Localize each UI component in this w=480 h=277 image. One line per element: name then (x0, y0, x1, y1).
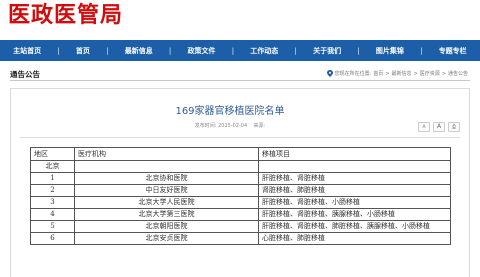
table-row: 北京 (30, 160, 451, 173)
hospital-cell: 北京协和医院 (74, 172, 259, 185)
nav-separator: | (357, 46, 360, 55)
table-row: 2 中日友好医院 肾脏移植、肺脏移植 (30, 184, 451, 197)
table-row: 4 北京大学第三医院 肝脏移植、肾脏移植、胰腺移植、小肠移植 (30, 208, 451, 221)
print-icon[interactable]: ⎙ (448, 122, 460, 132)
nav-separator: | (231, 46, 235, 55)
projects-cell: 肝脏移植、肾脏移植、肺脏移植、胰腺移植、小肠移植 (258, 220, 451, 233)
nav-separator: | (294, 46, 297, 55)
source-label: 来源: (253, 123, 266, 129)
site-logo[interactable]: 医政医管局 (8, 0, 123, 30)
table-row: 6 北京安贞医院 心脏移植、肺脏移植 (30, 232, 451, 245)
projects-cell: 心脏移植、肺脏移植 (258, 232, 451, 245)
publish-date: 2015-02-04 (218, 123, 248, 129)
article-meta: 发布时间: 2015-02-04 来源: (0, 122, 460, 129)
region-cell: 北京 (30, 160, 75, 173)
table-row: 1 北京协和医院 肝脏移植、肾脏移植 (30, 172, 451, 185)
nav-item-gallery[interactable]: 图片集锦 (374, 46, 406, 56)
article-title: 169家器官移植医院名单 (175, 106, 285, 117)
nav-item-latest[interactable]: 最新信息 (123, 46, 155, 56)
hospital-cell: 北京安贞医院 (74, 232, 259, 245)
nav-separator: | (168, 46, 172, 55)
breadcrumb-prefix: 您现在所在位置: (334, 71, 372, 77)
nav-item-policy[interactable]: 政策文件 (186, 46, 218, 56)
nav-separator: | (106, 46, 109, 55)
nav-item-special[interactable]: 专题专栏 (437, 46, 469, 56)
divider (20, 137, 460, 138)
table-header-row: 地区 医疗机构 移植项目 (30, 147, 451, 161)
column-header-projects: 移植项目 (258, 147, 451, 161)
hospital-cell: 北京大学人民医院 (74, 196, 259, 209)
breadcrumb-separator: > (385, 70, 390, 77)
nav-item-work[interactable]: 工作动态 (248, 46, 280, 56)
location-pin-icon (326, 70, 333, 77)
table-row: 5 北京朝阳医院 肝脏移植、肾脏移植、肺脏移植、胰腺移植、小肠移植 (30, 220, 451, 233)
breadcrumb-item-latest[interactable]: 最新信息 (392, 70, 412, 77)
breadcrumb-separator: > (441, 70, 446, 77)
breadcrumb-item-notices[interactable]: 通告公告 (448, 70, 468, 77)
nav-separator: | (57, 46, 60, 55)
article-tools: A A ⎙ (418, 122, 460, 132)
index-cell: 3 (30, 196, 75, 209)
nav-item-about[interactable]: 关于我们 (311, 46, 343, 56)
table-row: 3 北京大学人民医院 肝脏移植、肾脏移植、小肠移植 (30, 196, 451, 209)
font-decrease-button[interactable]: A (418, 122, 430, 132)
section-title: 通告公告 (10, 70, 40, 79)
date-label: 发布时间: (194, 123, 217, 129)
index-cell: 4 (30, 208, 75, 221)
breadcrumb-item-resources[interactable]: 医疗资源 (420, 70, 440, 77)
breadcrumb-separator: > (413, 70, 418, 77)
projects-cell: 肝脏移植、肾脏移植 (258, 172, 451, 185)
breadcrumb-item-home[interactable]: 首页 (373, 70, 383, 77)
index-cell: 6 (30, 232, 75, 245)
hospital-cell (74, 160, 259, 173)
main-nav: 主站首页 | 首页 | 最新信息 | 政策文件 | 工作动态 | 关于我们 | … (0, 40, 480, 61)
hospital-cell: 中日友好医院 (74, 184, 259, 197)
nav-item-home-site[interactable]: 主站首页 (11, 46, 43, 56)
projects-cell: 肝脏移植、肾脏移植、胰腺移植、小肠移植 (258, 208, 451, 221)
index-cell: 2 (30, 184, 75, 197)
hospital-cell: 北京大学第三医院 (74, 208, 259, 221)
nav-separator: | (420, 46, 423, 55)
index-cell: 5 (30, 220, 75, 233)
projects-cell: 肝脏移植、肾脏移植、小肠移植 (258, 196, 451, 209)
hospital-cell: 北京朝阳医院 (74, 220, 259, 233)
projects-cell: 肾脏移植、肺脏移植 (258, 184, 451, 197)
column-header-region: 地区 (30, 147, 75, 161)
divider (10, 80, 470, 81)
column-header-hospital: 医疗机构 (74, 147, 259, 161)
hospital-table: 地区 医疗机构 移植项目 北京 1 北京协和医院 肝脏移植、肾脏移植 2 中日友… (30, 147, 451, 245)
projects-cell (258, 160, 451, 173)
index-cell: 1 (30, 172, 75, 185)
font-increase-button[interactable]: A (433, 122, 445, 132)
nav-item-home[interactable]: 首页 (74, 46, 92, 56)
breadcrumb: 您现在所在位置: 首页 > 最新信息 > 医疗资源 > 通告公告 (326, 70, 468, 77)
